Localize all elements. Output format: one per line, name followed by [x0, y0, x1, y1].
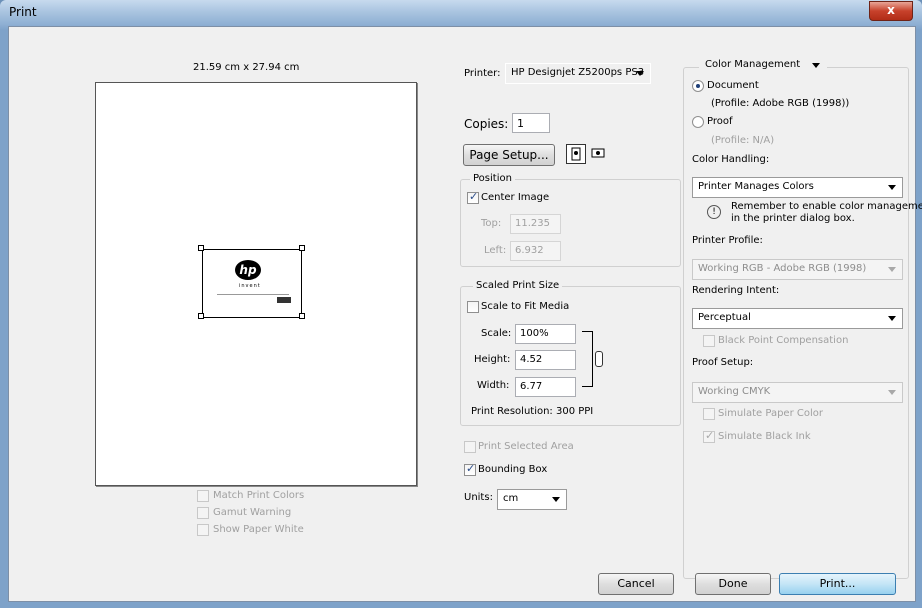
link-icon[interactable] — [595, 351, 603, 367]
width-label: Width: — [477, 380, 510, 391]
printer-profile-selected: Working RGB - Adobe RGB (1998) — [698, 263, 867, 274]
simulate-paper-color-checkbox[interactable] — [703, 408, 715, 420]
gamut-warning-label: Gamut Warning — [213, 507, 292, 518]
portrait-orientation-icon[interactable] — [566, 144, 586, 164]
page-setup-button[interactable]: Page Setup... — [463, 144, 555, 166]
proof-setup-dropdown[interactable]: Working CMYK — [692, 382, 903, 403]
top-label: Top: — [481, 218, 502, 229]
scaled-print-size-legend: Scaled Print Size — [473, 280, 563, 291]
scale-label: Scale: — [481, 328, 512, 339]
proof-setup-selected: Working CMYK — [698, 386, 771, 397]
units-selected: cm — [503, 493, 519, 504]
dialog-body: 21.59 cm x 27.94 cm hp invent Match Prin… — [8, 26, 922, 602]
print-button[interactable]: Print... — [779, 573, 896, 595]
paper-size-label: 21.59 cm x 27.94 cm — [193, 62, 300, 73]
logo-tagline: invent — [239, 283, 261, 289]
page-preview: hp invent — [95, 82, 417, 486]
position-legend: Position — [470, 173, 515, 184]
document-radio[interactable] — [692, 80, 704, 92]
proof-radio[interactable] — [692, 116, 704, 128]
proportion-bracket — [582, 331, 593, 387]
match-print-colors-checkbox[interactable] — [197, 490, 209, 502]
rendering-intent-selected: Perceptual — [698, 312, 751, 323]
bounding-box-checkbox[interactable] — [464, 462, 476, 476]
color-handling-label: Color Handling: — [692, 154, 770, 165]
resize-handle[interactable] — [299, 245, 305, 251]
resize-handle[interactable] — [198, 245, 204, 251]
show-paper-white-checkbox[interactable] — [197, 524, 209, 536]
image-preview-thumbnail[interactable]: hp invent — [202, 249, 302, 318]
left-input[interactable]: 6.932 — [510, 241, 561, 261]
print-dialog-window: Print x 21.59 cm x 27.94 cm hp invent Ma… — [0, 0, 922, 608]
copies-input[interactable]: 1 — [512, 113, 550, 133]
top-input[interactable]: 11.235 — [510, 214, 561, 234]
cancel-button[interactable]: Cancel — [598, 573, 674, 595]
width-input[interactable]: 6.77 — [515, 377, 576, 397]
gamut-warning-checkbox[interactable] — [197, 507, 209, 519]
proof-setup-label: Proof Setup: — [692, 357, 754, 368]
resize-handle[interactable] — [299, 313, 305, 319]
resize-handle[interactable] — [198, 313, 204, 319]
divider-line — [217, 294, 289, 295]
close-icon[interactable]: x — [869, 1, 913, 21]
simulate-black-ink-label: Simulate Black Ink — [718, 431, 811, 442]
chevron-down-icon — [888, 316, 896, 321]
center-image-checkbox[interactable] — [467, 190, 479, 204]
printer-profile-dropdown[interactable]: Working RGB - Adobe RGB (1998) — [692, 259, 903, 280]
height-label: Height: — [474, 354, 511, 365]
black-point-label: Black Point Compensation — [718, 335, 849, 346]
scale-to-fit-label: Scale to Fit Media — [481, 301, 570, 312]
printer-dropdown[interactable]: HP Designjet Z5200ps PS3 — [505, 63, 651, 84]
color-handling-dropdown[interactable]: Printer Manages Colors — [692, 177, 903, 198]
window-title: Print — [9, 5, 37, 19]
proof-label: Proof — [707, 116, 733, 127]
chevron-down-icon — [888, 185, 896, 190]
document-label: Document — [707, 80, 759, 91]
title-bar[interactable]: Print x — [0, 0, 922, 26]
small-mark — [277, 297, 291, 303]
simulate-black-ink-checkbox[interactable] — [703, 429, 715, 443]
printer-label: Printer: — [464, 68, 501, 79]
show-paper-white-label: Show Paper White — [213, 524, 304, 535]
black-point-checkbox[interactable] — [703, 335, 715, 347]
info-icon: ! — [707, 205, 721, 219]
done-button[interactable]: Done — [695, 573, 771, 595]
print-resolution-label: Print Resolution: 300 PPI — [471, 406, 594, 417]
units-label: Units: — [464, 492, 493, 503]
printer-profile-label: Printer Profile: — [692, 235, 763, 246]
height-input[interactable]: 4.52 — [515, 350, 576, 370]
copies-label: Copies: — [464, 117, 509, 131]
units-dropdown[interactable]: cm — [497, 489, 567, 510]
chevron-down-icon — [552, 497, 560, 502]
chevron-down-icon — [636, 71, 644, 76]
chevron-down-icon — [888, 390, 896, 395]
color-management-dropdown[interactable]: Color Management — [699, 55, 827, 76]
left-label: Left: — [484, 245, 507, 256]
center-image-label: Center Image — [481, 192, 550, 203]
scale-input[interactable]: 100% — [515, 324, 576, 344]
simulate-paper-color-label: Simulate Paper Color — [718, 408, 823, 419]
bounding-box-label: Bounding Box — [478, 464, 548, 475]
print-selected-area-label: Print Selected Area — [478, 441, 574, 452]
printer-selected: HP Designjet Z5200ps PS3 — [511, 67, 645, 78]
print-selected-area-checkbox[interactable] — [464, 441, 476, 453]
landscape-orientation-icon[interactable] — [589, 144, 609, 164]
color-handling-selected: Printer Manages Colors — [698, 181, 814, 192]
rendering-intent-dropdown[interactable]: Perceptual — [692, 308, 903, 329]
proof-profile: (Profile: N/A) — [711, 135, 775, 146]
chevron-down-icon — [812, 63, 820, 68]
document-profile: (Profile: Adobe RGB (1998)) — [711, 98, 850, 109]
match-print-colors-label: Match Print Colors — [213, 490, 305, 501]
reminder-line1: Remember to enable color management — [731, 201, 922, 212]
rendering-intent-label: Rendering Intent: — [692, 285, 780, 296]
chevron-down-icon — [888, 267, 896, 272]
reminder-line2: in the printer dialog box. — [731, 213, 855, 224]
scale-to-fit-checkbox[interactable] — [467, 301, 479, 313]
hp-logo-icon: hp — [235, 260, 261, 280]
color-management-selected: Color Management — [705, 59, 801, 70]
